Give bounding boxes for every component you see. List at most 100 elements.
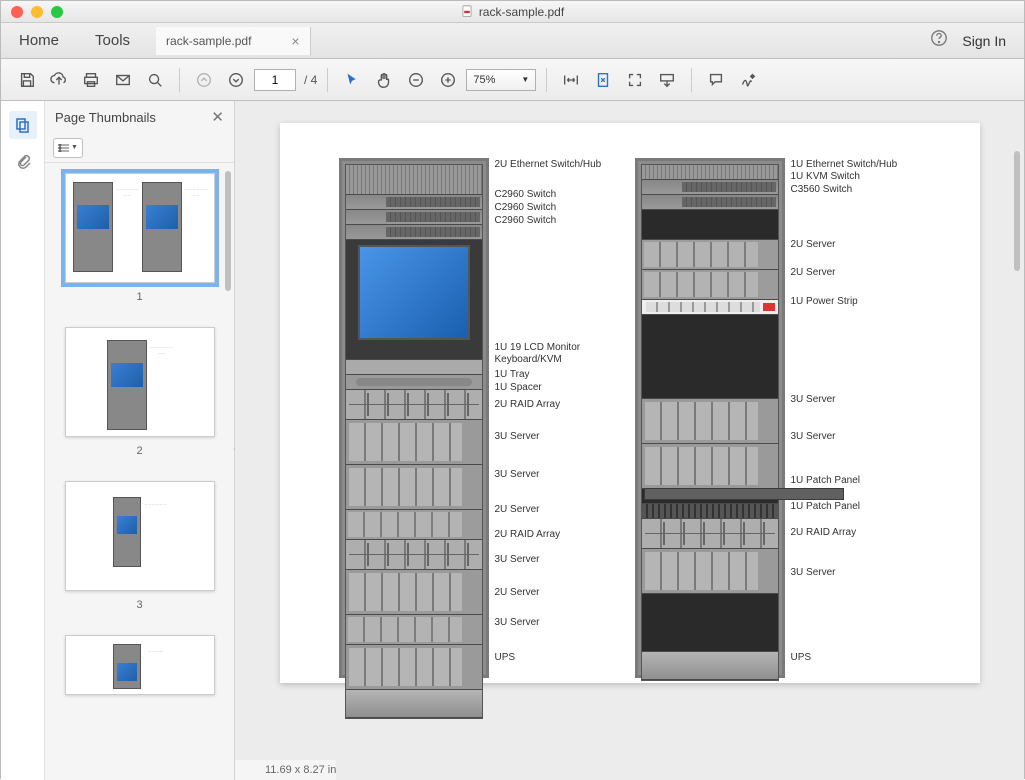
rack-label: 2U Server xyxy=(495,586,540,599)
rack-label: 1U Power Strip xyxy=(791,295,858,308)
home-button[interactable]: Home xyxy=(1,23,77,58)
tab-close-icon[interactable]: × xyxy=(291,33,299,49)
rack-unit xyxy=(346,540,482,570)
content-scrollbar[interactable] xyxy=(1014,151,1020,271)
help-icon[interactable] xyxy=(930,29,948,52)
rack-unit xyxy=(346,360,482,375)
rack-label: 2U RAID Array xyxy=(495,398,561,411)
thumbnails-header: Page Thumbnails xyxy=(55,110,156,125)
pdf-icon xyxy=(461,5,474,18)
read-mode-icon[interactable] xyxy=(653,66,681,94)
rack-label: 1U KVM Switch xyxy=(791,170,860,183)
sign-icon[interactable] xyxy=(734,66,762,94)
rack-unit xyxy=(346,510,482,540)
comment-icon[interactable] xyxy=(702,66,730,94)
rack-unit xyxy=(642,195,778,210)
rack-label: 3U Server xyxy=(495,468,540,481)
window-title: rack-sample.pdf xyxy=(461,5,564,19)
rack-unit xyxy=(346,165,482,195)
print-icon[interactable] xyxy=(77,66,105,94)
rack-unit xyxy=(642,549,778,594)
rack-label: 3U Server xyxy=(495,553,540,566)
thumbnail-page-1[interactable]: — — — — — — — —— — — — — — — — 1 xyxy=(63,173,216,303)
status-bar: 11.69 x 8.27 in xyxy=(235,760,336,780)
rack-1-labels: 2U Ethernet Switch/HubC2960 SwitchC2960 … xyxy=(495,158,625,678)
left-rail xyxy=(1,101,45,780)
rack-unit xyxy=(642,652,778,680)
zoom-in-icon[interactable] xyxy=(434,66,462,94)
rack-label: 3U Server xyxy=(791,430,836,443)
minimize-window-button[interactable] xyxy=(31,6,43,18)
document-tab[interactable]: rack-sample.pdf × xyxy=(156,27,311,55)
rack-label: 2U RAID Array xyxy=(791,526,857,539)
zoom-out-icon[interactable] xyxy=(402,66,430,94)
rack-label: 3U Server xyxy=(791,393,836,406)
rack-label: 2U Server xyxy=(791,266,836,279)
selection-tool-icon[interactable] xyxy=(338,66,366,94)
rack-unit xyxy=(642,399,778,444)
rack-label: 1U Tray xyxy=(495,368,530,381)
fit-width-icon[interactable] xyxy=(557,66,585,94)
sign-in-button[interactable]: Sign In xyxy=(962,33,1024,49)
thumbnail-page-3[interactable]: — — — — — — 3 xyxy=(63,481,216,611)
save-icon[interactable] xyxy=(13,66,41,94)
lcd-monitor xyxy=(346,240,482,360)
thumbnails-close-icon[interactable]: ✕ xyxy=(211,108,224,126)
fit-page-icon[interactable] xyxy=(589,66,617,94)
rack-unit xyxy=(642,240,778,270)
rack-label: 2U Server xyxy=(791,238,836,251)
close-window-button[interactable] xyxy=(11,6,23,18)
rack-unit xyxy=(642,594,778,652)
thumbnails-options-button[interactable]: ▼ xyxy=(53,138,83,158)
search-icon[interactable] xyxy=(141,66,169,94)
rack-2-labels: 1U Ethernet Switch/Hub1U KVM SwitchC3560… xyxy=(791,158,921,678)
rack-1 xyxy=(339,158,489,678)
rack-unit xyxy=(346,615,482,645)
rack-label: 2U Ethernet Switch/Hub xyxy=(495,158,602,171)
attachments-icon[interactable] xyxy=(15,153,31,174)
thumbnail-page-2[interactable]: — — — — — — — — 2 xyxy=(63,327,216,457)
rack-label: Keyboard/KVM xyxy=(495,353,562,366)
thumbnails-scrollbar[interactable] xyxy=(225,171,231,291)
rack-label: 1U Patch Panel xyxy=(791,500,861,513)
toolbar: / 4 75%▼ xyxy=(1,59,1024,101)
rack-label: 3U Server xyxy=(495,616,540,629)
hand-tool-icon[interactable] xyxy=(370,66,398,94)
rack-label: C2960 Switch xyxy=(495,214,557,227)
pdf-page: 2U Ethernet Switch/HubC2960 SwitchC2960 … xyxy=(280,123,980,683)
document-viewport[interactable]: 2U Ethernet Switch/HubC2960 SwitchC2960 … xyxy=(235,101,1024,780)
thumbnails-icon[interactable] xyxy=(9,111,37,139)
rack-unit xyxy=(346,375,482,390)
rack-unit xyxy=(642,180,778,195)
page-number-input[interactable] xyxy=(254,69,296,91)
rack-unit xyxy=(642,504,778,519)
rack-label: 3U Server xyxy=(495,430,540,443)
maximize-window-button[interactable] xyxy=(51,6,63,18)
thumbnail-page-4[interactable]: — — — — xyxy=(63,635,216,695)
rack-unit xyxy=(642,519,778,549)
rack-unit xyxy=(346,465,482,510)
rack-unit xyxy=(346,210,482,225)
rack-unit xyxy=(346,225,482,240)
thumbnails-panel: Page Thumbnails ✕ ▼ — — — — — — — —— — —… xyxy=(45,101,235,780)
email-icon[interactable] xyxy=(109,66,137,94)
rack-label: C2960 Switch xyxy=(495,201,557,214)
rack-label: 3U Server xyxy=(791,566,836,579)
patch-panel-overlay xyxy=(644,488,844,500)
rack-label: C2960 Switch xyxy=(495,188,557,201)
rack-label: UPS xyxy=(791,651,812,664)
page-up-icon[interactable] xyxy=(190,66,218,94)
rack-unit xyxy=(346,420,482,465)
zoom-select[interactable]: 75%▼ xyxy=(466,69,536,91)
rack-unit xyxy=(642,210,778,240)
rack-2 xyxy=(635,158,785,678)
cloud-upload-icon[interactable] xyxy=(45,66,73,94)
rack-label: 2U Server xyxy=(495,503,540,516)
menubar: Home Tools rack-sample.pdf × Sign In xyxy=(1,23,1024,59)
tools-button[interactable]: Tools xyxy=(77,23,148,58)
page-down-icon[interactable] xyxy=(222,66,250,94)
main-area: Page Thumbnails ✕ ▼ — — — — — — — —— — —… xyxy=(1,101,1024,780)
tab-label: rack-sample.pdf xyxy=(166,34,251,48)
rack-unit xyxy=(642,300,778,315)
fullscreen-icon[interactable] xyxy=(621,66,649,94)
